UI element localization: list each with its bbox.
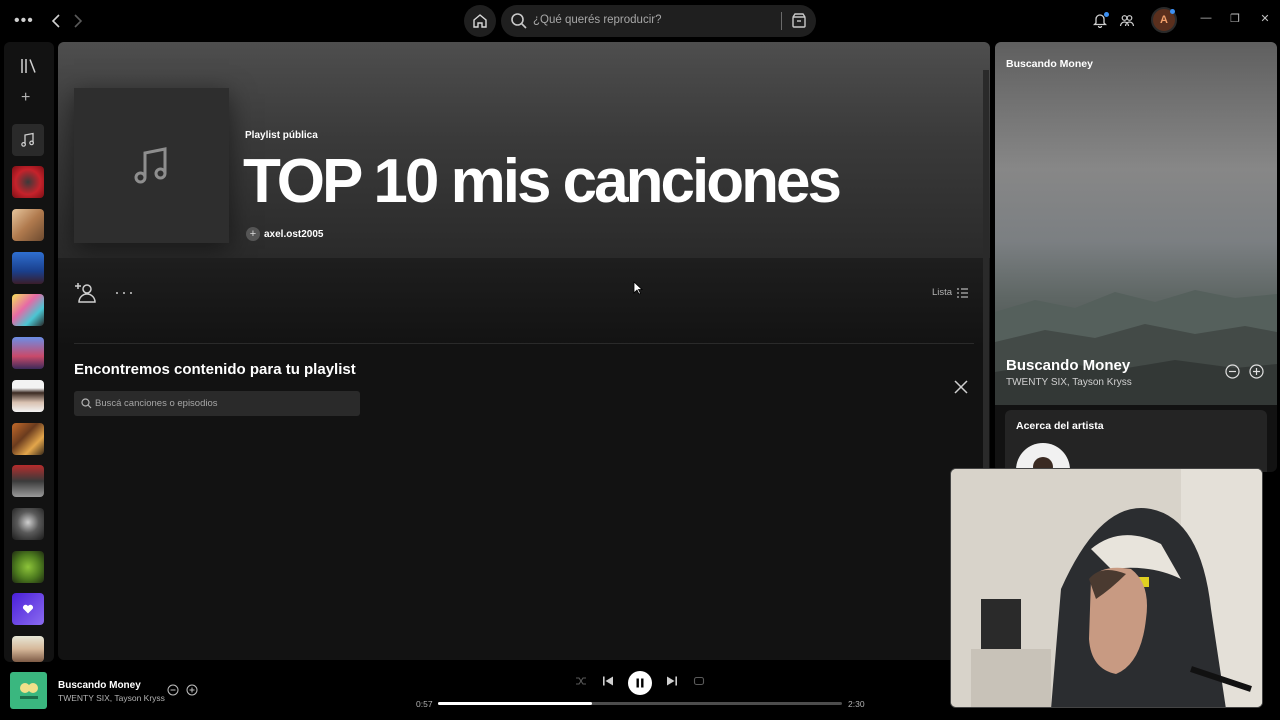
- find-content-title: Encontremos contenido para tu playlist: [74, 361, 356, 378]
- remove-circle-icon[interactable]: [1225, 364, 1240, 379]
- search-divider: [781, 12, 782, 30]
- about-artist-title: Acerca del artista: [1016, 420, 1104, 432]
- now-playing-panel: Buscando Money Buscando Money TWENTY SIX…: [995, 42, 1277, 472]
- add-circle-icon[interactable]: [186, 684, 198, 696]
- now-playing-artists[interactable]: TWENTY SIX, Tayson Kryss: [1006, 377, 1132, 388]
- search-input[interactable]: ¿Qué querés reproducir?: [533, 14, 661, 26]
- library-sidebar: +: [4, 42, 54, 662]
- next-track-icon[interactable]: [666, 675, 678, 687]
- sidebar-playlist-cover[interactable]: [12, 465, 44, 497]
- find-content-search[interactable]: Buscá canciones o episodios: [74, 391, 360, 416]
- library-icon[interactable]: [20, 58, 38, 74]
- friend-activity-icon[interactable]: [1119, 12, 1135, 28]
- notification-dot: [1104, 12, 1109, 17]
- playlist-type-label: Playlist pública: [245, 130, 318, 141]
- minimize-window-button[interactable]: —: [1199, 12, 1213, 28]
- sidebar-playlist-cover[interactable]: [12, 209, 44, 241]
- progress-fill: [438, 702, 592, 705]
- remove-circle-icon[interactable]: [167, 684, 179, 696]
- player-bar: Buscando Money TWENTY SIX, Tayson Kryss …: [0, 664, 950, 720]
- sidebar-playlist-cover[interactable]: [12, 166, 44, 198]
- forward-arrow-icon[interactable]: [70, 12, 86, 30]
- webcam-image: [951, 469, 1262, 707]
- playlist-cover[interactable]: [74, 88, 229, 243]
- sidebar-playlist-cover[interactable]: [12, 423, 44, 455]
- playlist-owner-name[interactable]: axel.ost2005: [264, 229, 324, 240]
- home-button[interactable]: [464, 5, 496, 37]
- view-mode-label: Lista: [932, 287, 953, 298]
- pause-button[interactable]: [628, 671, 652, 695]
- heart-icon: [22, 604, 34, 614]
- sidebar-playlist-cover[interactable]: [12, 551, 44, 583]
- previous-track-icon[interactable]: [602, 675, 614, 687]
- list-view-icon: [957, 287, 969, 298]
- action-bar: [58, 258, 990, 348]
- sidebar-playlist-cover[interactable]: [12, 508, 44, 540]
- home-icon: [473, 14, 487, 28]
- search-icon: [511, 13, 527, 29]
- sidebar-playlist-top10[interactable]: [12, 124, 44, 156]
- album-art-image: [19, 682, 38, 699]
- create-playlist-icon[interactable]: +: [21, 89, 30, 107]
- current-time: 0:57: [416, 699, 433, 709]
- invite-collaborator-icon[interactable]: [74, 282, 98, 304]
- sidebar-liked-songs[interactable]: [12, 593, 44, 625]
- search-bar[interactable]: ¿Qué querés reproducir?: [501, 5, 816, 37]
- shuffle-icon[interactable]: [575, 675, 587, 687]
- find-content-search-input[interactable]: Buscá canciones o episodios: [95, 398, 218, 409]
- mouse-cursor-icon: [633, 281, 643, 295]
- close-icon[interactable]: [954, 380, 968, 394]
- now-playing-header: Buscando Money: [1006, 58, 1093, 70]
- sidebar-playlist-cover[interactable]: [12, 252, 44, 284]
- now-playing-song-title[interactable]: Buscando Money: [1006, 357, 1130, 374]
- browse-icon[interactable]: [790, 12, 808, 30]
- now-playing-artwork: [995, 42, 1277, 405]
- playlist-owner[interactable]: + axel.ost2005: [246, 227, 324, 241]
- add-circle-icon[interactable]: [1249, 364, 1264, 379]
- repeat-icon[interactable]: [693, 675, 705, 687]
- sidebar-playlist-cover[interactable]: [12, 337, 44, 369]
- player-song-title[interactable]: Buscando Money: [58, 680, 141, 691]
- about-artist-card[interactable]: Acerca del artista: [1005, 410, 1267, 472]
- more-options-icon[interactable]: ···: [114, 282, 135, 303]
- back-arrow-icon[interactable]: [48, 12, 64, 30]
- owner-plus-icon: +: [246, 227, 260, 241]
- progress-bar[interactable]: [438, 702, 842, 705]
- close-window-button[interactable]: ✕: [1258, 12, 1272, 28]
- sidebar-playlist-cover[interactable]: [12, 294, 44, 326]
- search-icon: [81, 398, 92, 409]
- webcam-overlay: [950, 468, 1263, 708]
- view-mode-toggle[interactable]: Lista: [932, 287, 969, 298]
- music-note-icon: [134, 146, 166, 183]
- sidebar-playlist-cover[interactable]: [12, 380, 44, 412]
- top-bar: ••• ¿Qué querés reproducir? A — ❐ ✕: [0, 0, 1280, 42]
- music-note-icon: [21, 132, 35, 147]
- section-divider: [74, 343, 974, 344]
- playlist-view: Playlist pública TOP 10 mis canciones + …: [58, 42, 990, 660]
- player-artists[interactable]: TWENTY SIX, Tayson Kryss: [58, 693, 165, 703]
- pause-icon: [636, 678, 644, 688]
- now-playing-cover[interactable]: [10, 672, 47, 709]
- sidebar-playlist-cover[interactable]: [12, 636, 44, 662]
- playlist-title[interactable]: TOP 10 mis canciones: [243, 146, 842, 217]
- menu-dots-icon[interactable]: •••: [14, 12, 34, 30]
- avatar-notification-dot: [1170, 9, 1175, 14]
- total-time: 2:30: [848, 699, 865, 709]
- maximize-window-button[interactable]: ❐: [1228, 12, 1242, 28]
